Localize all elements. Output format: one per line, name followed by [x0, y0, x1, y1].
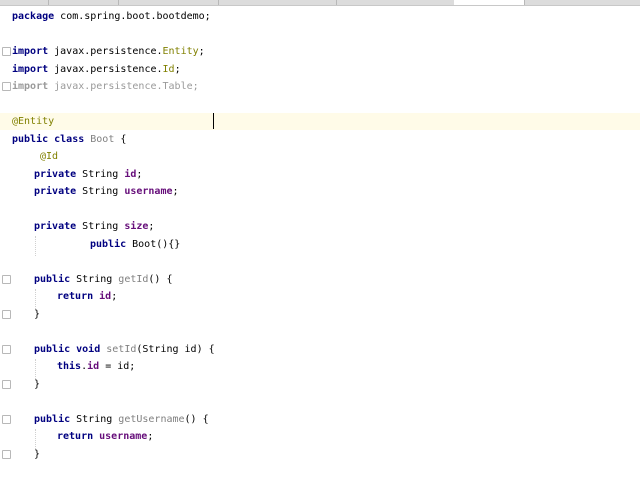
method-name: getUsername [118, 414, 185, 425]
keyword: return [57, 291, 94, 302]
keyword: private [34, 221, 77, 232]
import-class: Table [162, 81, 193, 92]
constructor: Boot(){} [126, 239, 181, 250]
code-line-close-brace: } [0, 446, 640, 463]
semicolon: ; [172, 186, 179, 197]
field-name: id [87, 361, 100, 372]
params: (String id) { [136, 344, 215, 355]
keyword: this [57, 361, 82, 372]
import-package: javax.persistence. [48, 64, 163, 75]
params: () { [148, 274, 173, 285]
code-line-close-brace: } [0, 376, 640, 393]
code-line-setid-decl: public void setId(String id) { [0, 341, 640, 358]
annotation: @Entity [12, 116, 55, 127]
type: String [76, 169, 125, 180]
editor-tab-active[interactable] [454, 0, 525, 5]
brace: } [34, 449, 41, 460]
code-line-field-username: private String username; [0, 183, 640, 200]
text-caret [213, 113, 214, 129]
code-line-this-id: this.id = id; [0, 358, 640, 375]
params: () { [184, 414, 209, 425]
brace: { [114, 134, 127, 145]
method-name: getId [118, 274, 149, 285]
field-name: username [124, 186, 173, 197]
brace: } [34, 379, 41, 390]
annotation: @Id [40, 151, 59, 162]
code-line-constructor: public Boot(){} [0, 236, 640, 253]
editor-tab[interactable] [118, 0, 219, 5]
keyword: public [34, 274, 71, 285]
code-line-entity-annotation: @Entity [0, 113, 640, 130]
editor-tab[interactable] [524, 0, 640, 5]
editor-tab[interactable] [336, 0, 455, 5]
code-line-import-id: import javax.persistence.Id; [0, 61, 640, 78]
code-line-package: package com.spring.boot.bootdemo; [0, 8, 640, 25]
keyword: private [34, 169, 77, 180]
semicolon: ; [136, 169, 143, 180]
code-line-import-table: import javax.persistence.Table; [0, 78, 640, 95]
code-line-return-id: return id; [0, 288, 640, 305]
code-line-return-username: return username; [0, 428, 640, 445]
code-line-class-decl: public class Boot { [0, 131, 640, 148]
keyword: public void [34, 344, 101, 355]
import-package: javax.persistence. [48, 81, 163, 92]
semicolon: ; [174, 64, 181, 75]
keyword: public [90, 239, 127, 250]
code-line-close-brace: } [0, 306, 640, 323]
import-class: Id [162, 64, 175, 75]
keyword: return [57, 431, 94, 442]
import-package: javax.persistence. [48, 46, 163, 57]
keyword: import [12, 46, 49, 57]
keyword: public class [12, 134, 85, 145]
editor-tab[interactable] [0, 0, 49, 5]
keyword: import [12, 81, 49, 92]
keyword: private [34, 186, 77, 197]
code-line-getusername-decl: public String getUsername() { [0, 411, 640, 428]
semicolon: ; [148, 221, 155, 232]
keyword: import [12, 64, 49, 75]
field-name: id [93, 291, 112, 302]
semicolon: ; [192, 81, 199, 92]
package-name: com.spring.boot.bootdemo; [54, 11, 211, 22]
code-line-getid-decl: public String getId() { [0, 271, 640, 288]
type: String [70, 414, 119, 425]
assignment: = id; [99, 361, 136, 372]
editor-tab[interactable] [48, 0, 119, 5]
class-name: Boot [84, 134, 115, 145]
editor-tab[interactable] [218, 0, 337, 5]
keyword: public [34, 414, 71, 425]
field-name: size [124, 221, 149, 232]
semicolon: ; [147, 431, 154, 442]
type: String [76, 186, 125, 197]
code-line-field-id: private String id; [0, 166, 640, 183]
import-class: Entity [162, 46, 199, 57]
code-line-field-size: private String size; [0, 218, 640, 235]
type: String [76, 221, 125, 232]
code-line-id-annotation: @Id [0, 148, 640, 165]
brace: } [34, 309, 41, 320]
method-name: setId [100, 344, 137, 355]
semicolon: ; [198, 46, 205, 57]
type: String [70, 274, 119, 285]
field-name: username [93, 431, 148, 442]
keyword: package [12, 11, 55, 22]
field-name: id [124, 169, 137, 180]
code-editor[interactable]: package com.spring.boot.bootdemo; import… [0, 6, 640, 482]
code-line-import-entity: import javax.persistence.Entity; [0, 43, 640, 60]
semicolon: ; [111, 291, 118, 302]
